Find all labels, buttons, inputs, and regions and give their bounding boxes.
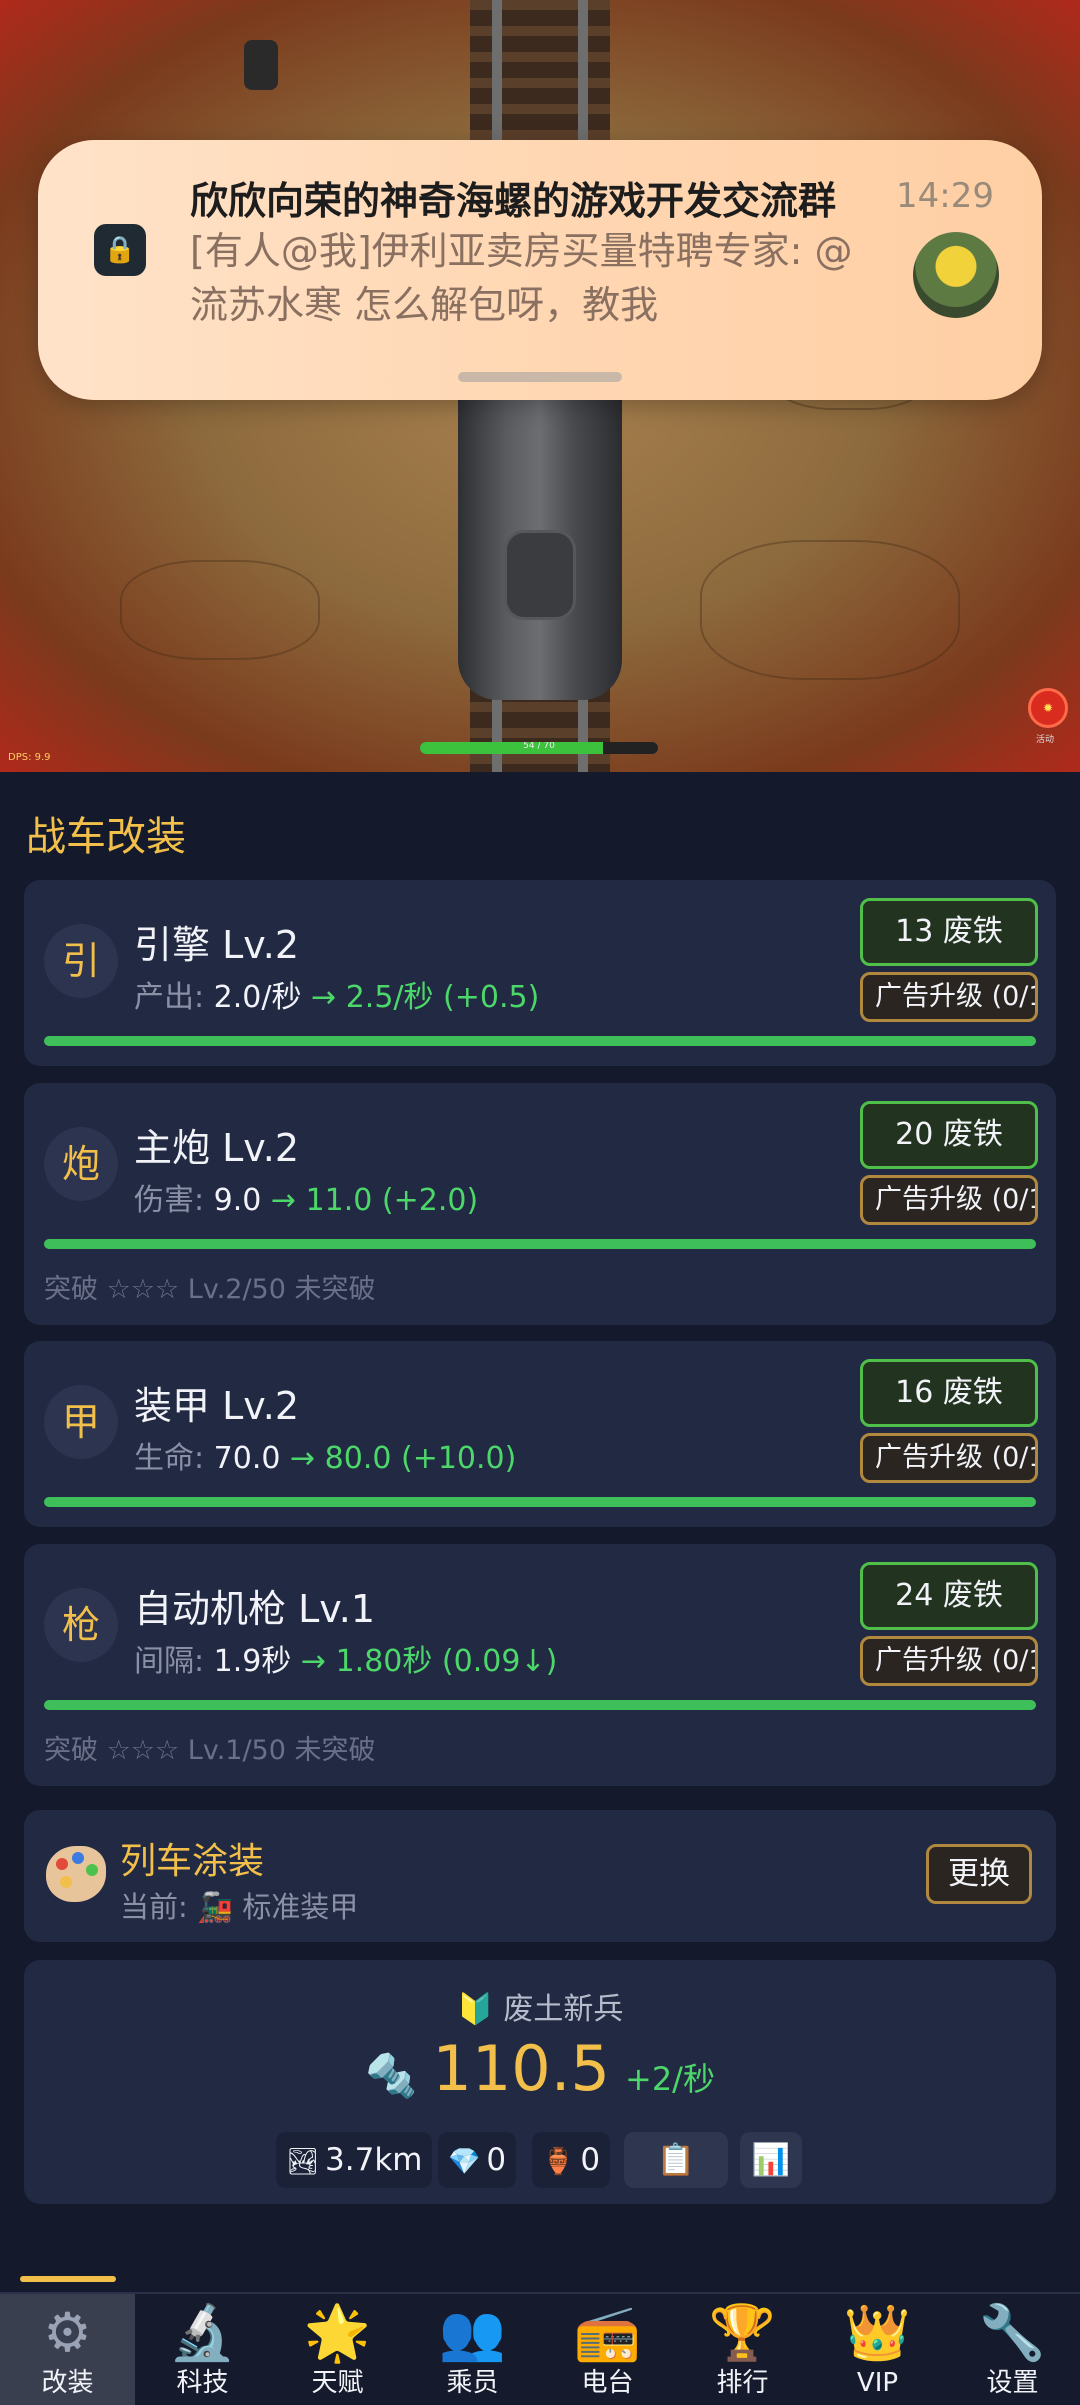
cannon-badge-icon: 炮 [44, 1127, 118, 1201]
upgrade-cost-button[interactable]: 20 废铁 [860, 1101, 1038, 1169]
breakthrough-status: 突破 ☆☆☆ Lv.1/50 未突破 [44, 1735, 376, 1766]
upgrade-progress-bar [44, 1700, 1036, 1710]
notification-handle[interactable] [458, 372, 622, 382]
stat-current: 1.9秒 [213, 1644, 292, 1679]
tab-settings[interactable]: 🔧 设置 [945, 2294, 1080, 2405]
upgrade-card-armor: 甲 装甲 Lv.2 生命: 70.0 → 80.0 (+10.0) 16 废铁 … [24, 1341, 1056, 1527]
stat-next: → 1.80秒 (0.09↓) [300, 1644, 558, 1679]
stat-current: 2.0/秒 [213, 980, 302, 1015]
clipboard-button[interactable]: 📋 [624, 2132, 728, 2188]
upgrade-card-engine: 引 引擎 Lv.2 产出: 2.0/秒 → 2.5/秒 (+0.5) 13 废铁… [24, 880, 1056, 1066]
upgrade-name: 装甲 Lv.2 [134, 1384, 300, 1428]
paint-title: 列车涂装 [120, 1841, 265, 1882]
upgrade-cost-button[interactable]: 13 废铁 [860, 898, 1038, 966]
section-title: 战车改装 [26, 814, 186, 860]
hp-label: 54 / 70 [523, 742, 555, 751]
upgrade-progress-bar [44, 1497, 1036, 1507]
upgrade-name: 自动机枪 Lv.1 [134, 1587, 376, 1631]
upgrade-card-cannon: 炮 主炮 Lv.2 伤害: 9.0 → 11.0 (+2.0) 20 废铁 广告… [24, 1083, 1056, 1325]
notification-time: 14:29 [896, 176, 994, 216]
radio-icon: 📻 [573, 2301, 642, 2364]
ad-upgrade-button[interactable]: 广告升级 (0/1 [860, 1433, 1038, 1483]
upgrade-cost-button[interactable]: 24 废铁 [860, 1562, 1038, 1630]
resources-card: 🔰 废土新兵 🔩 110.5 +2/秒 🏞 3.7km 💎 0 🏺 0 📋 📊 [24, 1960, 1056, 2204]
scrap-icon: 🔩 [365, 2051, 418, 2100]
lock-chat-icon: 🔒 [94, 224, 146, 276]
player-rank: 🔰 废土新兵 [456, 1992, 624, 2027]
train-paint-card: 列车涂装 当前: 🚂 标准装甲 更换 [24, 1810, 1056, 1942]
event-icon: ✹ [1043, 701, 1054, 715]
tab-tech[interactable]: 🔬 科技 [135, 2294, 270, 2405]
stat-next: → 2.5/秒 (+0.5) [311, 980, 540, 1015]
upgrade-stat: 产出: 2.0/秒 → 2.5/秒 (+0.5) [134, 972, 539, 1016]
stat-label: 生命: [134, 1441, 205, 1476]
upgrade-stat: 间隔: 1.9秒 → 1.80秒 (0.09↓) [134, 1636, 557, 1680]
enemy-unit [244, 40, 278, 90]
stat-label: 间隔: [134, 1644, 205, 1679]
upgrade-progress-bar [44, 1239, 1036, 1249]
ad-upgrade-button[interactable]: 广告升级 (0/1 [860, 1636, 1038, 1686]
stats-button[interactable]: 📊 [740, 2132, 802, 2188]
notification-message: [有人@我]伊利亚卖房买量特聘专家: @流苏水寒 怎么解包呀，教我 [190, 229, 853, 327]
distance-chip: 🏞 3.7km [276, 2132, 433, 2188]
upgrade-progress-bar [44, 1036, 1036, 1046]
scrap-display: 🔩 110.5 +2/秒 [24, 2032, 1056, 2105]
active-tab-indicator [20, 2276, 116, 2282]
upgrade-stat: 生命: 70.0 → 80.0 (+10.0) [134, 1433, 516, 1477]
ad-upgrade-button[interactable]: 广告升级 (0/1 [860, 1175, 1038, 1225]
event-caption: 活动 [1036, 735, 1055, 745]
stat-next: → 80.0 (+10.0) [290, 1441, 517, 1476]
gem-icon: 💎 [448, 2147, 481, 2177]
clipboard-icon: 📋 [656, 2142, 696, 2178]
relics-chip: 🏺 0 [532, 2132, 611, 2188]
stat-label: 伤害: [134, 1183, 205, 1218]
upgrade-card-machine-gun: 枪 自动机枪 Lv.1 间隔: 1.9秒 → 1.80秒 (0.09↓) 24 … [24, 1544, 1056, 1786]
tab-radio[interactable]: 📻 电台 [540, 2294, 675, 2405]
upgrade-stat: 伤害: 9.0 → 11.0 (+2.0) [134, 1175, 478, 1219]
stat-current: 9.0 [213, 1183, 262, 1218]
gems-chip: 💎 0 [438, 2132, 517, 2188]
scrap-amount: 110.5 [432, 2032, 610, 2105]
train-hp-bar: 54 / 70 [420, 742, 658, 754]
tab-crew[interactable]: 👥 乘员 [405, 2294, 540, 2405]
stat-label: 产出: [134, 980, 205, 1015]
people-icon: 👥 [438, 2301, 507, 2364]
tab-ranking[interactable]: 🏆 排行 [675, 2294, 810, 2405]
gems-value: 0 [486, 2142, 507, 2178]
armor-badge-icon: 甲 [44, 1385, 118, 1459]
tab-vip[interactable]: 👑 VIP [810, 2294, 945, 2405]
upgrade-name: 主炮 Lv.2 [134, 1126, 300, 1170]
upgrade-name: 引擎 Lv.2 [134, 923, 300, 967]
tab-talent[interactable]: 🌟 天赋 [270, 2294, 405, 2405]
bar-chart-icon: 📊 [751, 2142, 791, 2178]
breakthrough-status: 突破 ☆☆☆ Lv.2/50 未突破 [44, 1274, 376, 1305]
event-button[interactable]: ✹ [1028, 688, 1068, 728]
upgrade-cost-button[interactable]: 16 废铁 [860, 1359, 1038, 1427]
palette-icon [46, 1846, 106, 1902]
relics-value: 0 [580, 2142, 601, 2178]
tab-mod[interactable]: ⚙ 改装 [0, 2294, 135, 2405]
ad-upgrade-button[interactable]: 广告升级 (0/1 [860, 972, 1038, 1022]
microscope-icon: 🔬 [168, 2301, 237, 2364]
crown-icon: 👑 [843, 2301, 912, 2364]
distance-value: 3.7km [325, 2142, 423, 2178]
message-notification[interactable]: 🔒 欣欣向荣的神奇海螺的游戏开发交流群 14:29 [有人@我]伊利亚卖房买量特… [38, 140, 1042, 400]
sender-avatar [913, 232, 999, 318]
bottom-tab-bar: ⚙ 改装 🔬 科技 🌟 天赋 👥 乘员 📻 电台 🏆 排行 👑 VIP 🔧 设置 [0, 2292, 1080, 2405]
paint-current: 当前: 🚂 标准装甲 [120, 1890, 359, 1924]
trophy-icon: 🏆 [708, 2301, 777, 2364]
gear-icon: ⚙ [43, 2301, 92, 2364]
wrench-icon: 🔧 [978, 2301, 1047, 2364]
relic-icon: 🏺 [542, 2147, 575, 2177]
scrap-rate: +2/秒 [625, 2060, 715, 2098]
machine-gun-badge-icon: 枪 [44, 1588, 118, 1662]
engine-badge-icon: 引 [44, 924, 118, 998]
landscape-icon: 🏞 [286, 2147, 320, 2177]
dps-label: DPS: 9.9 [8, 752, 51, 763]
notification-title: 欣欣向荣的神奇海螺的游戏开发交流群 [190, 179, 837, 223]
stat-current: 70.0 [213, 1441, 281, 1476]
stat-next: → 11.0 (+2.0) [270, 1183, 479, 1218]
change-paint-button[interactable]: 更换 [926, 1844, 1032, 1904]
star-burst-icon: 🌟 [303, 2301, 372, 2364]
